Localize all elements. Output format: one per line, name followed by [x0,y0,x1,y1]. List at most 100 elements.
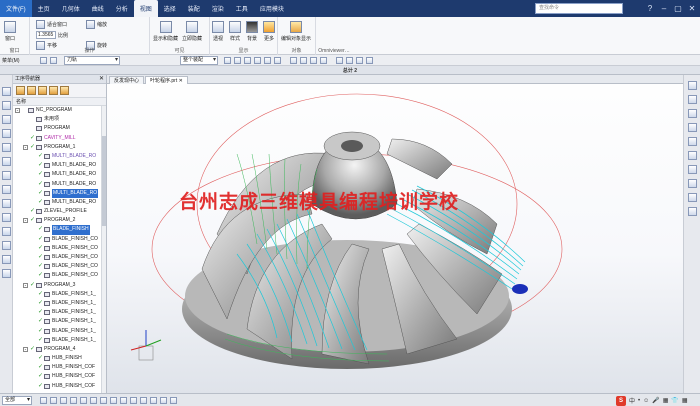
tree-row[interactable]: ✓ HUB_FINISH_COF [13,382,106,391]
menu-application[interactable]: 应用模块 [254,0,290,17]
tree-row[interactable]: ✓ MULTI_BLADE_RO [13,152,106,161]
machine-navigator-icon[interactable] [2,157,11,166]
window-button[interactable]: 窗口 [4,21,16,42]
snap-icon[interactable] [310,57,317,64]
ime-emoji-icon[interactable]: ☺ [643,398,649,404]
close-icon[interactable]: ✕ [686,3,698,15]
snap-icon[interactable] [120,397,127,404]
snap-icon[interactable] [254,57,261,64]
view-icon[interactable] [688,81,697,90]
menu-button[interactable]: 菜单(M) [2,57,20,64]
show-hide-button[interactable]: 显示和隐藏 [153,21,178,42]
navigator-scrollbar[interactable] [101,106,106,393]
snap-icon[interactable] [274,57,281,64]
tree-row[interactable]: ✓ MULTI_BLADE_RO [13,170,106,179]
tree-row[interactable]: PROGRAM [13,124,106,133]
menu-view[interactable]: 视图 [133,0,158,17]
expand-toggle-icon[interactable]: - [23,346,28,352]
ime-tools-icon[interactable]: ▦ [682,397,688,404]
minimize-icon[interactable]: – [658,3,670,15]
toolbar-icon[interactable] [40,57,47,64]
more-button[interactable]: 更多 [263,21,275,42]
scope-dropdown[interactable]: 整个装配 [180,56,218,65]
roles-icon[interactable] [2,213,11,222]
tree-row[interactable]: ✓ HUB_FINISH [13,354,106,363]
snap-icon[interactable] [130,397,137,404]
filter-dropdown[interactable]: 全部 [2,396,32,405]
ime-keyboard-icon[interactable]: ▦ [663,397,669,404]
snap-icon[interactable] [100,397,107,404]
scrollbar-thumb[interactable] [102,136,106,226]
reuse-library-icon[interactable] [2,129,11,138]
expand-toggle-icon[interactable]: - [23,218,28,224]
tree-row[interactable]: ✓ CAVITY_MILL [13,134,106,143]
menu-analysis[interactable]: 分析 [110,0,134,17]
cam-icon[interactable] [2,269,11,278]
help-icon[interactable]: ? [644,3,656,15]
command-search-input[interactable]: 查找命令 [535,3,623,14]
snap-icon[interactable] [60,397,67,404]
system-materials-icon[interactable] [2,227,11,236]
tree-row[interactable]: ✓ MULTI_BLADE_RO [13,188,106,198]
restore-icon[interactable]: ▢ [672,3,684,15]
snap-icon[interactable] [90,397,97,404]
snap-icon[interactable] [346,57,353,64]
tree-row[interactable]: ✓ MULTI_BLADE_RO [13,180,106,189]
constraint-navigator-icon[interactable] [2,101,11,110]
menu-home[interactable]: 主页 [32,0,56,17]
tree-row[interactable]: ✓ BLADE_FINISH_1_ [13,336,106,345]
ime-language[interactable]: 中 [629,396,635,405]
tree-row[interactable]: ✓ MULTI_BLADE_RO [13,198,106,207]
tree-row[interactable]: - ✓ PROGRAM_4 [13,345,106,354]
tree-row[interactable]: ✓ BLADE_FINISH_CO [13,253,106,262]
snap-icon[interactable] [336,57,343,64]
snap-icon[interactable] [170,397,177,404]
history-icon[interactable] [2,185,11,194]
snap-icon[interactable] [300,57,307,64]
menu-tools[interactable]: 工具 [230,0,254,17]
immediate-hide-button[interactable]: 立即隐藏 [182,21,202,42]
ime-voice-icon[interactable]: 🎤 [652,397,659,404]
filter-icon[interactable] [224,57,231,64]
orient-view-icon[interactable] [688,165,697,174]
tree-row[interactable]: ✓ BLADE_FINISH_1_ [13,299,106,308]
menu-assembly[interactable]: 装配 [182,0,206,17]
ime-skin-icon[interactable]: 👕 [671,397,678,404]
type-filter-dropdown[interactable]: 刀轨 [64,56,120,65]
shading-icon[interactable] [688,123,697,132]
graphics-viewport[interactable]: 台州志成三维模具编程培训学校 [107,84,683,393]
eye-icon[interactable] [688,193,697,202]
tree-row[interactable]: - ✓ PROGRAM_2 [13,216,106,225]
column-header-name[interactable]: 名称 [13,98,106,106]
snap-icon[interactable] [110,397,117,404]
program-order-view-icon[interactable] [16,86,25,95]
zoom-value-input[interactable]: 1.3565 [36,31,56,39]
close-icon[interactable]: ✕ [99,75,104,84]
perspective-button[interactable]: 透视 [212,21,224,42]
find-icon[interactable] [60,86,69,95]
snap-icon[interactable] [366,57,373,64]
snap-icon[interactable] [160,397,167,404]
tree-row[interactable]: - NC_PROGRAM [13,106,106,115]
tree-row[interactable]: ✓ BLADE_FINISH [13,225,106,235]
expand-toggle-icon[interactable]: - [15,108,20,114]
snap-icon[interactable] [80,397,87,404]
tree-row[interactable]: ✓ ZLEVEL_PROFILE [13,207,106,216]
operation-navigator-icon[interactable] [2,143,11,152]
process-studio-icon[interactable] [2,241,11,250]
menu-geometry[interactable]: 几何体 [56,0,86,17]
tree-row[interactable]: - ✓ PROGRAM_3 [13,281,106,290]
tree-row[interactable]: ✓ BLADE_FINISH_CO [13,235,106,244]
tree-row[interactable]: ✓ HUB_FINISH_COF [13,372,106,381]
manufacturing-wizard-icon[interactable] [2,255,11,264]
part-navigator-icon[interactable] [2,115,11,124]
snap-icon[interactable] [140,397,147,404]
machining-method-view-icon[interactable] [49,86,58,95]
snap-icon[interactable] [290,57,297,64]
tree-row[interactable]: ✓ BLADE_FINISH_1_ [13,327,106,336]
menu-curve[interactable]: 曲线 [86,0,110,17]
snap-icon[interactable] [264,57,271,64]
render-icon[interactable] [688,179,697,188]
tree-row[interactable]: ✓ BLADE_FINISH_1_ [13,317,106,326]
snap-icon[interactable] [234,57,241,64]
